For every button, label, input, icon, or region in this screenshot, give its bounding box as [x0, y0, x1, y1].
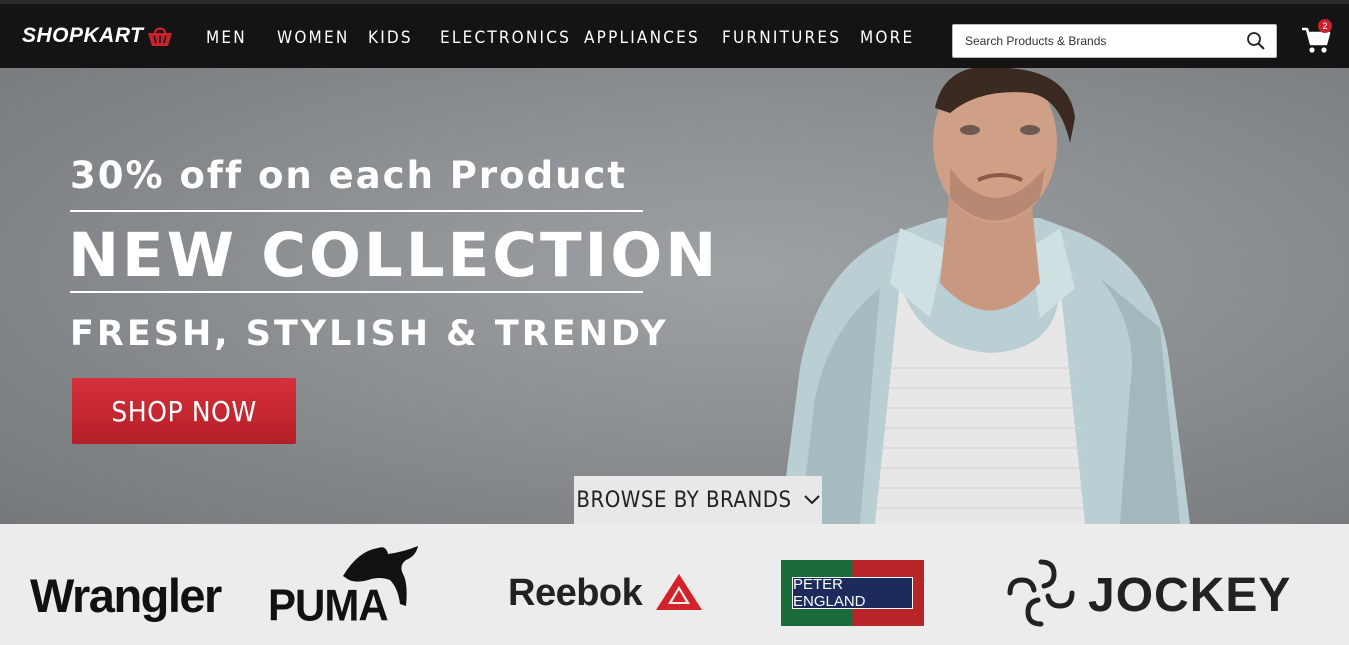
brand-peter-england[interactable]: PETER ENGLAND [781, 560, 924, 626]
puma-wordmark: PUMA [268, 580, 389, 631]
hero-subhead: FRESH, STYLISH & TRENDY [70, 314, 669, 354]
reebok-wordmark: Reebok [508, 572, 643, 614]
nav-link-women[interactable]: WOMEN [277, 28, 349, 48]
top-navbar: SHOPKART MEN WOMEN KIDS ELECTRONICS APPL… [0, 0, 1349, 68]
brand-strip: Wrangler PUMA Reebok PETER ENGLAND JOCKE… [0, 524, 1349, 645]
jockey-swirl-icon [1007, 559, 1075, 627]
shop-now-button[interactable]: SHOP NOW [72, 378, 296, 444]
search-bar [952, 24, 1277, 58]
jockey-wordmark: JOCKEY [1088, 569, 1292, 622]
brand-jockey[interactable]: JOCKEY [1004, 556, 1324, 630]
reebok-delta-icon [656, 574, 702, 610]
search-input[interactable] [965, 26, 1245, 56]
nav-link-furnitures[interactable]: FURNITURES [722, 28, 841, 48]
brand-reebok[interactable]: Reebok [508, 572, 704, 616]
browse-by-brands-label: BROWSE BY BRANDS [576, 487, 792, 513]
peter-england-wordmark: PETER ENGLAND [792, 576, 913, 610]
search-icon[interactable] [1246, 31, 1266, 51]
site-logo[interactable]: SHOPKART [22, 24, 173, 48]
cart-button[interactable]: 2 [1300, 19, 1332, 56]
brand-puma[interactable]: PUMA [268, 546, 420, 630]
nav-link-appliances[interactable]: APPLIANCES [584, 28, 700, 48]
nav-link-kids[interactable]: KIDS [368, 28, 413, 48]
browse-by-brands-tab[interactable]: BROWSE BY BRANDS [574, 476, 822, 524]
headline-top-divider [70, 210, 643, 212]
chevron-down-icon [803, 495, 820, 505]
nav-link-electronics[interactable]: ELECTRONICS [440, 28, 571, 48]
cart-count-badge: 2 [1318, 19, 1332, 33]
nav-link-more[interactable]: MORE [860, 28, 914, 48]
shopping-bag-icon [148, 27, 173, 46]
logo-text: SHOPKART [22, 24, 144, 47]
hero-model-image [780, 68, 1190, 524]
headline-bottom-divider [70, 291, 643, 293]
nav-link-men[interactable]: MEN [206, 28, 247, 48]
brand-wrangler[interactable]: Wrangler [30, 568, 222, 623]
promo-text: 30% off on each Product [70, 154, 628, 197]
hero-headline: NEW COLLECTION [68, 220, 720, 291]
hero-banner: 30% off on each Product NEW COLLECTION F… [0, 68, 1349, 524]
